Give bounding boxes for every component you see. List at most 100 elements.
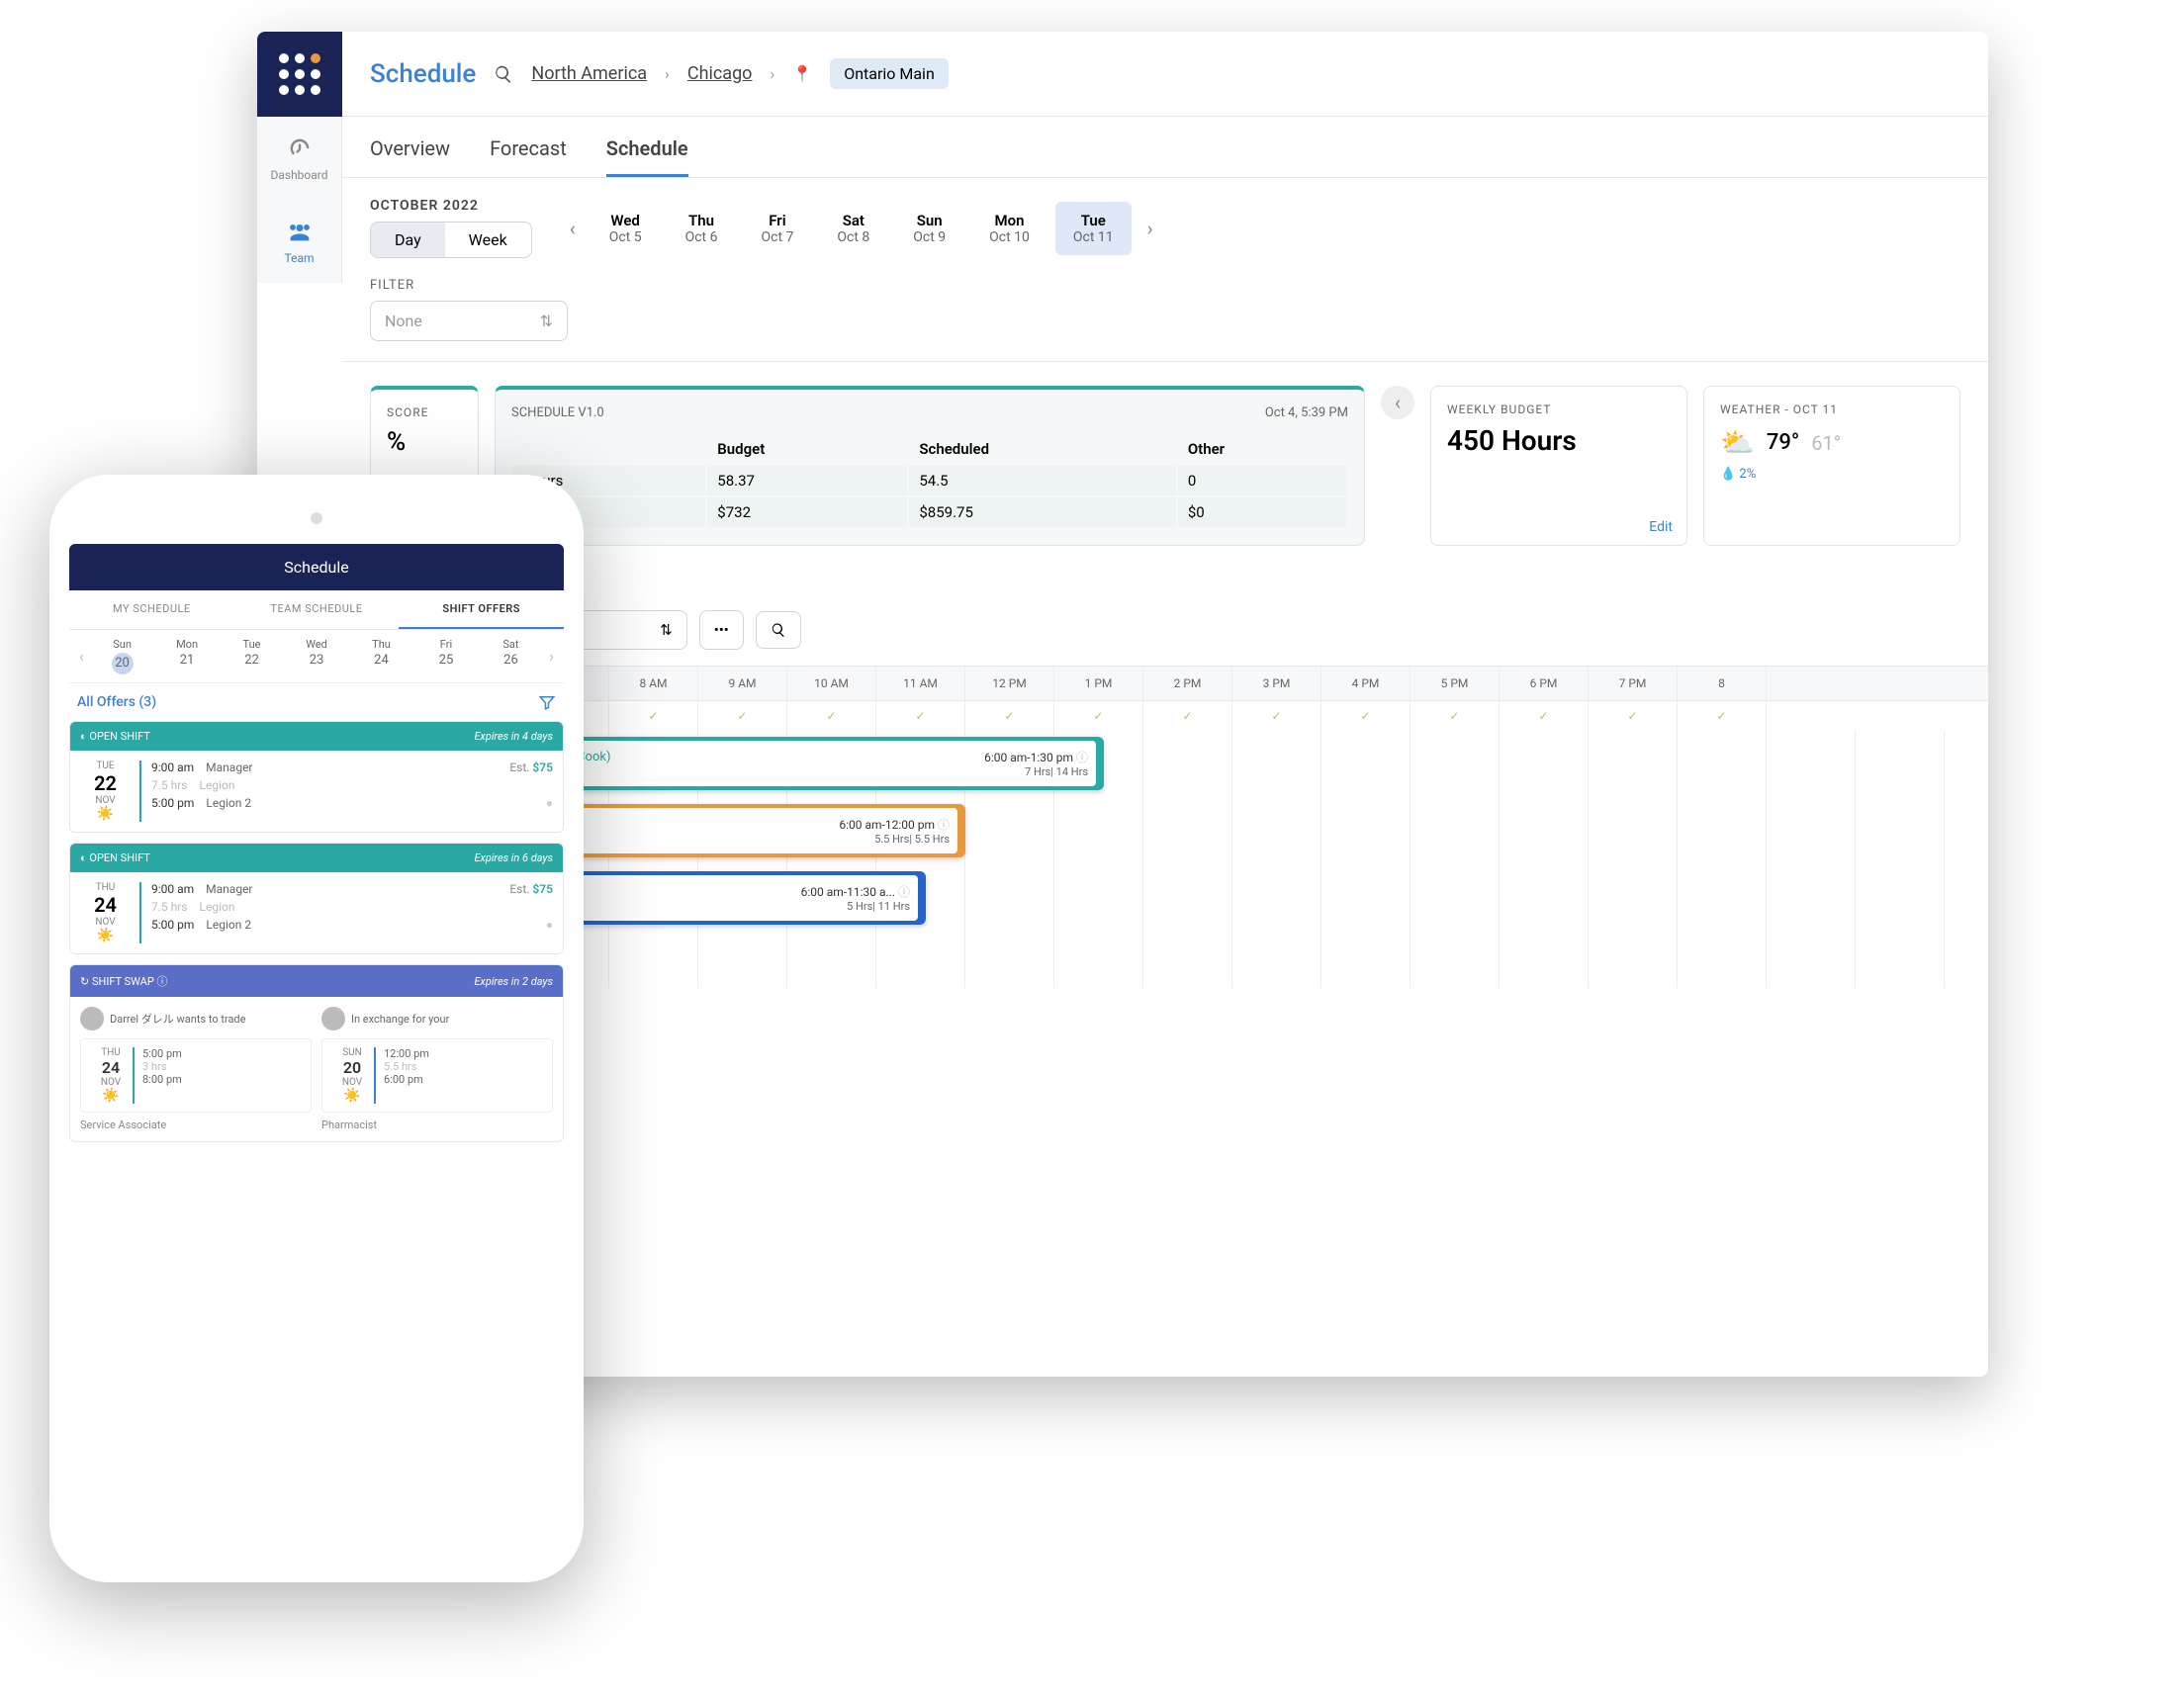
mobile-tab-shift-offers[interactable]: SHIFT OFFERS (399, 590, 564, 629)
check-icon: ✓ (698, 701, 787, 731)
clock-icon: ◐ (80, 851, 87, 864)
mobile-day[interactable]: Fri25 (413, 638, 478, 674)
check-icon: ✓ (787, 701, 876, 731)
more-icon: ••• (714, 621, 729, 639)
weather-card: WEATHER - OCT 11 ⛅ 79° 61° 💧 2% (1703, 386, 1960, 546)
mobile-tab-team-schedule[interactable]: TEAM SCHEDULE (234, 590, 400, 629)
check-icon: ✓ (609, 701, 698, 731)
day-option[interactable]: MonOct 10 (971, 202, 1047, 255)
swap-icon: ↻ (80, 975, 89, 988)
mobile-day[interactable]: Sat26 (479, 638, 543, 674)
search-icon[interactable] (494, 64, 513, 84)
weather-icon: ⛅ (1720, 426, 1755, 459)
budget-card: WEEKLY BUDGET 450 Hours Edit (1430, 386, 1687, 546)
day-option[interactable]: TueOct 11 (1055, 202, 1132, 255)
tab-forecast[interactable]: Forecast (490, 136, 567, 177)
toggle-day[interactable]: Day (371, 223, 445, 257)
chevron-right-icon: › (665, 64, 670, 83)
mobile-day[interactable]: Sun20 (90, 638, 154, 674)
circle-icon: ● (546, 918, 553, 932)
day-option[interactable]: SunOct 9 (895, 202, 963, 255)
month-label: OCTOBER 2022 (370, 198, 532, 214)
droplet-icon: 💧 (1720, 467, 1736, 482)
view-toggle: Day Week (370, 222, 532, 258)
mobile-header: Schedule (69, 544, 564, 590)
open-shift-card[interactable]: ◐ OPEN SHIFTExpires in 6 days THU24NOV☀️… (69, 843, 564, 954)
sun-icon: ☀️ (89, 1088, 133, 1104)
circle-icon: ● (546, 796, 553, 810)
tab-schedule[interactable]: Schedule (606, 136, 688, 177)
day-option[interactable]: FriOct 7 (743, 202, 811, 255)
day-option[interactable]: SatOct 8 (819, 202, 887, 255)
breadcrumb-region[interactable]: North America (531, 63, 647, 84)
mobile-next-week[interactable]: › (543, 647, 560, 666)
sun-icon: ☀️ (80, 806, 131, 822)
schedule-date-heading: Tuesday, October 11 (342, 570, 1988, 610)
gauge-icon (286, 134, 314, 162)
timeline: AM6 AM7 AM8 AM9 AM10 AM11 AM12 PM1 PM2 P… (342, 666, 1988, 988)
chevron-right-icon: › (770, 64, 774, 83)
sidebar: Dashboard Team (257, 117, 342, 283)
schedule-version-card: SCHEDULE V1.0 Oct 4, 5:39 PM BudgetSched… (495, 386, 1365, 546)
sidebar-item-dashboard[interactable]: Dashboard (257, 117, 341, 200)
check-icon: ✓ (1054, 701, 1143, 731)
sun-icon: ☀️ (330, 1088, 374, 1104)
check-icon: ✓ (1500, 701, 1589, 731)
chevron-updown-icon: ⇅ (540, 312, 553, 330)
edit-budget-link[interactable]: Edit (1649, 519, 1673, 535)
check-icon: ✓ (1321, 701, 1410, 731)
info-icon: ⓘ (938, 818, 950, 832)
open-shift-card[interactable]: ◐ OPEN SHIFTExpires in 4 days TUE22NOV☀️… (69, 721, 564, 833)
card-nav-left[interactable]: ‹ (1381, 386, 1414, 419)
mobile-prev-week[interactable]: ‹ (73, 647, 90, 666)
mobile-calendar-strip: ‹ Sun20Mon21Tue22Wed23Thu24Fri25Sat26 › (69, 630, 564, 683)
schedule-toolbar: 👍 Group by All ⇅ ••• (342, 610, 1988, 666)
check-icon: ✓ (1589, 701, 1678, 731)
mobile-day[interactable]: Wed23 (284, 638, 348, 674)
summary-cards: SCORE % SCHEDULE V1.0 Oct 4, 5:39 PM Bud… (342, 362, 1988, 570)
avatar (80, 1007, 104, 1030)
mobile-device: Schedule MY SCHEDULE TEAM SCHEDULE SHIFT… (49, 475, 584, 1582)
prev-week-button[interactable]: ‹ (562, 217, 584, 240)
filter-select[interactable]: None ⇅ (370, 301, 568, 341)
day-option[interactable]: WedOct 5 (592, 202, 660, 255)
breadcrumb-location[interactable]: Ontario Main (830, 58, 949, 89)
page-title: Schedule (370, 59, 476, 89)
location-pin-icon: 📍 (792, 64, 812, 83)
day-option[interactable]: ThuOct 6 (668, 202, 736, 255)
mobile-tabs: MY SCHEDULE TEAM SCHEDULE SHIFT OFFERS (69, 590, 564, 630)
mobile-day[interactable]: Mon21 (154, 638, 219, 674)
sidebar-item-team[interactable]: Team (257, 200, 341, 283)
next-week-button[interactable]: › (1139, 217, 1161, 240)
date-bar: OCTOBER 2022 Day Week ‹ WedOct 5ThuOct 6… (342, 178, 1988, 278)
check-icon: ✓ (965, 701, 1054, 731)
more-button[interactable]: ••• (699, 610, 744, 650)
clock-icon: ◐ (80, 730, 87, 743)
shift-swap-card[interactable]: ↻ SHIFT SWAP ⓘ Expires in 2 days Darrel … (69, 964, 564, 1142)
day-selector: ‹ WedOct 5ThuOct 6FriOct 7SatOct 8SunOct… (562, 202, 1161, 255)
topbar: Schedule North America › Chicago › 📍 Ont… (342, 32, 1988, 117)
check-icon: ✓ (876, 701, 965, 731)
check-icon: ✓ (1678, 701, 1767, 731)
check-icon: ✓ (1410, 701, 1500, 731)
mobile-day[interactable]: Thu24 (349, 638, 413, 674)
filter-section: FILTER None ⇅ (342, 278, 1988, 362)
mobile-day[interactable]: Tue22 (220, 638, 284, 674)
tab-overview[interactable]: Overview (370, 136, 450, 177)
search-button[interactable] (756, 611, 801, 649)
info-icon: ⓘ (898, 885, 910, 899)
check-icon: ✓ (1143, 701, 1232, 731)
avatar (321, 1007, 345, 1030)
tabs: Overview Forecast Schedule (342, 117, 1988, 178)
check-icon: ✓ (1232, 701, 1321, 731)
search-icon (771, 622, 786, 638)
filter-label: FILTER (370, 278, 1960, 293)
breadcrumb-city[interactable]: Chicago (687, 63, 753, 84)
filter-icon[interactable] (538, 693, 556, 711)
toggle-week[interactable]: Week (445, 223, 531, 257)
team-icon (286, 218, 314, 245)
info-icon: ⓘ (1076, 751, 1088, 764)
info-icon: ⓘ (157, 975, 168, 988)
offers-header: All Offers (3) (69, 683, 564, 721)
mobile-tab-my-schedule[interactable]: MY SCHEDULE (69, 590, 234, 629)
